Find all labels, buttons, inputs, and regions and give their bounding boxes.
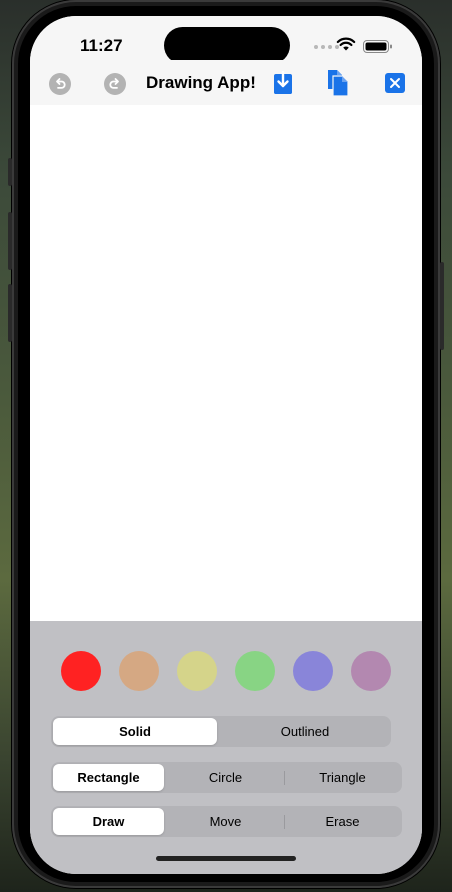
segment-erase[interactable]: Erase [285,808,400,835]
wifi-icon [336,37,356,51]
battery-icon [363,40,392,53]
redo-icon[interactable] [104,73,126,95]
mode-control: Draw Move Erase [51,806,402,837]
segment-draw[interactable]: Draw [53,808,164,835]
segment-move[interactable]: Move [168,808,283,835]
drawing-canvas[interactable] [30,105,422,621]
color-swatch-green[interactable] [235,651,275,691]
status-bar: 11:27 [30,16,422,64]
status-time: 11:27 [80,36,123,55]
color-swatch-red[interactable] [61,651,101,691]
color-swatch-purple[interactable] [293,651,333,691]
segment-rectangle[interactable]: Rectangle [53,764,164,791]
copy-icon[interactable] [326,69,350,97]
color-swatch-yellow[interactable] [177,651,217,691]
undo-icon[interactable] [49,73,71,95]
dynamic-island [164,27,290,64]
color-swatch-mauve[interactable] [351,651,391,691]
segment-circle[interactable]: Circle [168,764,283,791]
segment-triangle[interactable]: Triangle [285,764,400,791]
volume-up-button [8,212,12,270]
app-title: Drawing App! [146,73,256,92]
color-swatch-tan[interactable] [119,651,159,691]
download-icon[interactable] [273,71,293,95]
screen: 11:27 Drawing App! Solid Outlined Rectan… [30,16,422,874]
action-button [8,158,12,186]
fill-style-control: Solid Outlined [51,716,391,747]
close-icon[interactable] [385,73,405,93]
volume-down-button [8,284,12,342]
segment-solid[interactable]: Solid [53,718,217,745]
segment-outlined[interactable]: Outlined [221,718,389,745]
home-indicator [156,856,296,861]
power-button [440,262,444,350]
shape-control: Rectangle Circle Triangle [51,762,402,793]
